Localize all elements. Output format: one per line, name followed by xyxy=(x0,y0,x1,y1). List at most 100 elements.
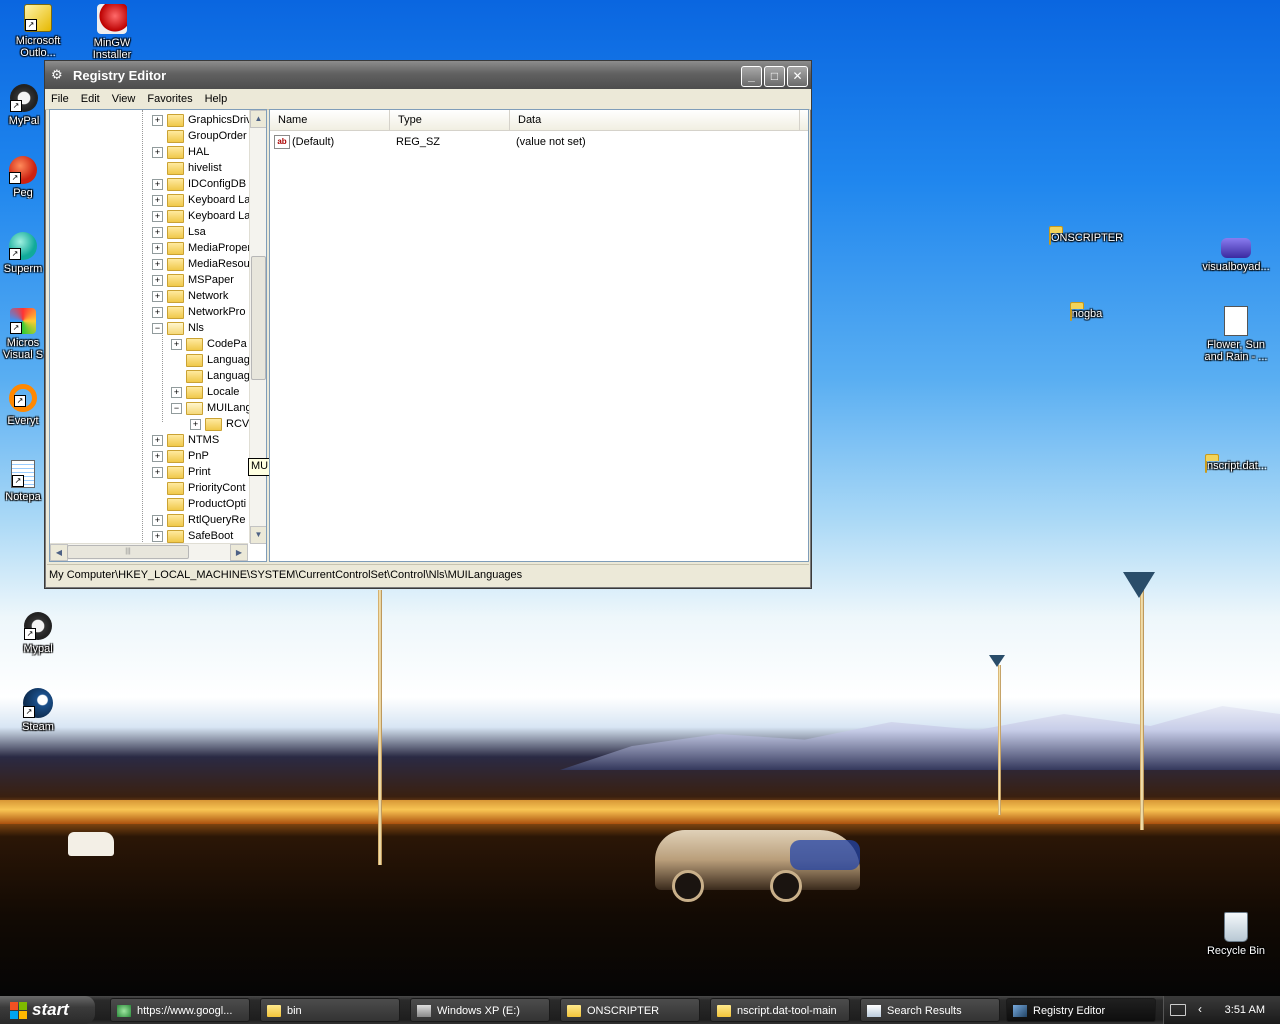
expand-toggle-icon[interactable]: + xyxy=(190,418,201,430)
expand-toggle-icon[interactable]: + xyxy=(152,290,163,302)
expand-toggle-icon[interactable]: + xyxy=(152,210,163,222)
taskbar-button[interactable]: bin xyxy=(260,998,400,1022)
values-list-pane[interactable]: Name Type Data ab (Default) REG_SZ (value… xyxy=(269,109,809,562)
column-header-data[interactable]: Data xyxy=(510,110,800,130)
desktop-icon-visualboyadvance[interactable]: visualboyad... xyxy=(1198,232,1274,273)
tree-item[interactable]: + RCV xyxy=(190,416,249,432)
tree-item[interactable]: + Lsa xyxy=(152,224,206,240)
tree-horizontal-scrollbar[interactable]: ◀ ||| ▶ xyxy=(50,543,248,561)
expand-toggle-icon[interactable]: + xyxy=(152,450,163,462)
registry-icon: ⚙ xyxy=(51,67,63,82)
tree-item[interactable]: + Print xyxy=(152,464,211,480)
tree-vertical-scrollbar[interactable]: ▲ ▼ xyxy=(249,110,266,544)
keyboard-icon[interactable] xyxy=(1170,1004,1186,1016)
tree-item[interactable]: + Keyboard La xyxy=(152,208,250,224)
desktop-icon-flower-sun-rain[interactable]: Flower, Sun and Rain - ... xyxy=(1198,306,1274,363)
title-bar[interactable]: ⚙ Registry Editor xyxy=(45,61,811,89)
scroll-down-arrow[interactable]: ▼ xyxy=(250,526,266,544)
taskbar-button[interactable]: https://www.googl... xyxy=(110,998,250,1022)
desktop-icon-microsoft-visual-studio[interactable]: ↗ Micros Visual S xyxy=(0,308,46,361)
taskbar-button[interactable]: nscript.dat-tool-main xyxy=(710,998,850,1022)
tree-item[interactable]: Languag xyxy=(171,352,250,368)
expand-toggle-icon[interactable]: + xyxy=(152,258,163,270)
tree-item[interactable]: + PnP xyxy=(152,448,209,464)
desktop-icon-label: Steam xyxy=(22,721,54,733)
folder-icon xyxy=(167,273,184,287)
tree-item[interactable]: PriorityCont xyxy=(152,480,245,496)
menu-edit[interactable]: Edit xyxy=(75,93,106,105)
desktop-icon-recycle-bin[interactable]: Recycle Bin xyxy=(1198,912,1274,957)
desktop-icon-steam[interactable]: ↗ Steam xyxy=(0,688,76,733)
tree-item[interactable]: + GraphicsDriv xyxy=(152,112,252,128)
scroll-up-arrow[interactable]: ▲ xyxy=(250,110,266,128)
expand-toggle-icon[interactable]: + xyxy=(171,386,182,398)
menu-file[interactable]: File xyxy=(45,93,75,105)
scroll-thumb[interactable]: ||| xyxy=(67,545,189,559)
tree-item[interactable]: + SafeBoot xyxy=(152,528,233,544)
desktop-icon-mingw-installer[interactable]: MinGW Installer xyxy=(74,4,150,60)
desktop-icon-everything[interactable]: ↗ Everyt xyxy=(0,384,46,427)
column-header-name[interactable]: Name xyxy=(270,110,390,130)
scroll-right-arrow[interactable]: ▶ xyxy=(230,544,248,561)
expand-toggle-icon[interactable]: + xyxy=(152,194,163,206)
maximize-button[interactable]: □ xyxy=(764,66,785,87)
start-button[interactable]: start xyxy=(0,996,95,1024)
tree-item[interactable]: + IDConfigDB xyxy=(152,176,246,192)
minimize-button[interactable]: _ xyxy=(741,66,762,87)
expand-toggle-icon[interactable]: + xyxy=(152,530,163,542)
tree-item[interactable]: GroupOrder xyxy=(152,128,247,144)
menu-help[interactable]: Help xyxy=(199,93,234,105)
collapse-toggle-icon[interactable]: − xyxy=(152,322,163,334)
list-row[interactable]: ab (Default) REG_SZ (value not set) xyxy=(270,133,808,151)
desktop-icon-nscript-dat[interactable]: nscript.dat... xyxy=(1198,459,1274,473)
expand-toggle-icon[interactable]: + xyxy=(152,146,163,158)
expand-toggle-icon[interactable]: + xyxy=(152,434,163,446)
tree-item[interactable]: − Nls xyxy=(152,320,204,336)
expand-toggle-icon[interactable]: + xyxy=(152,466,163,478)
expand-toggle-icon[interactable]: + xyxy=(152,114,163,126)
menu-favorites[interactable]: Favorites xyxy=(141,93,198,105)
taskbar-button[interactable]: Windows XP (E:) xyxy=(410,998,550,1022)
expand-toggle-icon[interactable]: + xyxy=(171,338,182,350)
tree-item[interactable]: + NTMS xyxy=(152,432,219,448)
expand-toggle-icon[interactable]: + xyxy=(152,274,163,286)
tree-item[interactable]: + MediaResou xyxy=(152,256,250,272)
registry-editor-window[interactable]: ⚙ Registry Editor _ □ ✕ File Edit View F… xyxy=(44,60,812,589)
taskbar-button[interactable]: ONSCRIPTER xyxy=(560,998,700,1022)
tree-item[interactable]: ProductOpti xyxy=(152,496,246,512)
desktop-icon-onscripter[interactable]: ONSCRIPTER xyxy=(1048,231,1124,245)
column-header-type[interactable]: Type xyxy=(390,110,510,130)
tray-expand-icon[interactable]: ‹ xyxy=(1198,1002,1202,1016)
tree-item[interactable]: + MSPaper xyxy=(152,272,234,288)
close-button[interactable]: ✕ xyxy=(787,66,808,87)
tree-item[interactable]: + CodePa xyxy=(171,336,247,352)
taskbar-button[interactable]: Search Results xyxy=(860,998,1000,1022)
tree-item[interactable]: + Network xyxy=(152,288,228,304)
desktop-icon-mypal[interactable]: ↗ MyPal xyxy=(0,84,48,127)
taskbar-button[interactable]: Registry Editor xyxy=(1006,998,1156,1022)
collapse-toggle-icon[interactable]: − xyxy=(171,402,182,414)
expand-toggle-icon[interactable]: + xyxy=(152,306,163,318)
desktop-icon-peg[interactable]: ↗ Peg xyxy=(0,156,46,199)
tree-item[interactable]: hivelist xyxy=(152,160,222,176)
expand-toggle-icon[interactable]: + xyxy=(152,226,163,238)
tree-item[interactable]: + HAL xyxy=(152,144,209,160)
desktop-icon-microsoft-outlook[interactable]: ↗ Microsoft Outlo... xyxy=(0,4,76,59)
menu-view[interactable]: View xyxy=(106,93,142,105)
scroll-thumb[interactable] xyxy=(251,256,266,380)
desktop-icon-notepad[interactable]: ↗ Notepa xyxy=(0,460,46,503)
key-tree-pane[interactable]: + GraphicsDriv GroupOrder + HAL hivelist + IDCo… xyxy=(49,109,267,562)
expand-toggle-icon[interactable]: + xyxy=(152,514,163,526)
tree-item[interactable]: + Locale xyxy=(171,384,239,400)
expand-toggle-icon[interactable]: + xyxy=(152,242,163,254)
scroll-left-arrow[interactable]: ◀ xyxy=(50,544,68,561)
expand-toggle-icon[interactable]: + xyxy=(152,178,163,190)
desktop-icon-nogba[interactable]: nogba xyxy=(1048,307,1124,321)
tree-item[interactable]: + RtlQueryRe xyxy=(152,512,245,528)
tree-item[interactable]: + Keyboard La xyxy=(152,192,250,208)
desktop-icon-superm[interactable]: ↗ Superm xyxy=(0,232,46,275)
tree-item[interactable]: Languag xyxy=(171,368,250,384)
desktop-icon-mypal-2[interactable]: ↗ Mypal xyxy=(0,612,76,655)
tree-item[interactable]: + MediaProper xyxy=(152,240,251,256)
tree-item[interactable]: + NetworkPro xyxy=(152,304,245,320)
